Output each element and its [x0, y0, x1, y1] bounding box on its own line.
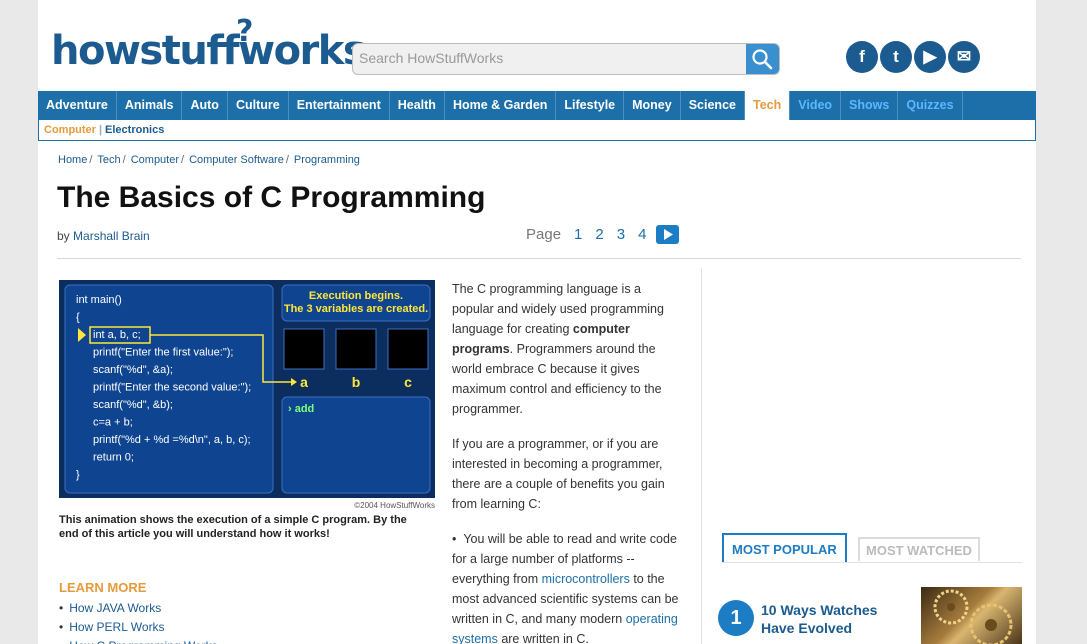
twitter-icon[interactable]: t — [880, 41, 912, 73]
byline: by Marshall Brain — [57, 229, 150, 243]
logo-question-mark: ? — [236, 14, 253, 49]
code-line: int main() — [76, 294, 122, 306]
nav-item-auto[interactable]: Auto — [182, 91, 228, 120]
code-line: { — [76, 312, 80, 324]
breadcrumb-separator: / — [122, 154, 126, 166]
breadcrumb-tech[interactable]: Tech — [97, 154, 120, 166]
learn-more-link[interactable]: How PERL Works — [59, 618, 218, 637]
image-caption: This animation shows the execution of a … — [59, 514, 407, 540]
pager-label: Page — [526, 226, 562, 243]
code-line: scanf("%d", &b); — [93, 399, 173, 411]
banner-line1: Execution begins. — [309, 290, 403, 302]
bullet-item: • You will be able to read and write cod… — [452, 532, 679, 644]
watch-thumbnail[interactable] — [921, 587, 1022, 644]
author-link[interactable]: Marshall Brain — [73, 229, 150, 243]
nav-item-adventure[interactable]: Adventure — [38, 91, 117, 120]
breadcrumb-separator: / — [89, 154, 93, 166]
nav-item-entertainment[interactable]: Entertainment — [289, 91, 390, 120]
facebook-icon[interactable]: f — [846, 41, 878, 73]
learn-more-list: How JAVA WorksHow PERL WorksHow C Progra… — [59, 599, 218, 644]
paragraph-1-text: The C programming language is a popular … — [452, 282, 664, 336]
search-input[interactable] — [353, 44, 749, 72]
c-program-animation[interactable]: int main() { int a, b, c; printf("Enter the… — [59, 280, 435, 510]
watch-gears-image — [933, 589, 1013, 644]
main-nav: Adventure Animals Auto Culture Entertainment… — [38, 91, 1036, 120]
nav-item-home-garden[interactable]: Home & Garden — [445, 91, 557, 120]
learn-more-link[interactable]: How JAVA Works — [59, 599, 218, 618]
popular-article-link[interactable]: 10 Ways Watches Have Evolved — [761, 601, 901, 637]
youtube-icon[interactable]: ▶ — [914, 41, 946, 73]
subnav-separator: | — [98, 124, 103, 136]
animation-graphic: int main() { int a, b, c; printf("Enter the… — [59, 280, 435, 498]
page-link-4[interactable]: 4 — [638, 226, 646, 243]
image-credit: ©2004 HowStuffWorks — [354, 501, 435, 510]
banner-line2: The 3 variables are created. — [284, 303, 428, 315]
console-text: › add — [288, 403, 314, 415]
breadcrumb-separator: / — [181, 154, 185, 166]
bullet-text-end: are written in C. — [497, 632, 589, 644]
logo-text: howstuffworks — [51, 28, 367, 74]
breadcrumb: Home / Tech / Computer / Computer Software / Pro… — [58, 154, 360, 166]
email-icon[interactable]: ✉ — [948, 41, 980, 73]
code-line: int a, b, c; — [93, 329, 141, 341]
rank-badge: 1 — [718, 600, 754, 636]
nav-item-animals[interactable]: Animals — [117, 91, 183, 120]
search-button[interactable] — [746, 44, 779, 74]
column-divider — [701, 268, 702, 644]
search-icon — [752, 49, 773, 70]
howstuffworks-logo[interactable]: howstuffworks? — [51, 14, 367, 74]
page-link-1[interactable]: 1 — [574, 226, 582, 243]
nav-item-video[interactable]: Video — [790, 91, 842, 120]
tab-most-watched[interactable]: MOST WATCHED — [858, 537, 980, 561]
tab-most-popular[interactable]: MOST POPULAR — [722, 533, 847, 563]
byline-prefix: by — [57, 229, 70, 243]
nav-item-tech[interactable]: Tech — [744, 91, 791, 120]
nav-item-science[interactable]: Science — [681, 91, 745, 120]
code-line: } — [76, 469, 80, 481]
nav-item-shows[interactable]: Shows — [841, 91, 899, 120]
breadcrumb-computer-software[interactable]: Computer Software — [189, 154, 284, 166]
page: howstuffworks? ft▶✉ AdventureAnimalsAuto… — [38, 0, 1036, 644]
breadcrumb-separator: / — [285, 154, 289, 166]
search-box — [352, 43, 780, 75]
nav-item-lifestyle[interactable]: Lifestyle — [556, 91, 625, 120]
code-line: c=a + b; — [93, 417, 133, 429]
subnav-electronics[interactable]: Electronics — [105, 124, 164, 136]
learn-more-heading: LEARN MORE — [59, 580, 147, 595]
divider — [57, 258, 1021, 259]
sub-nav: Computer | Electronics — [38, 120, 1036, 141]
nav-item-culture[interactable]: Culture — [228, 91, 289, 120]
nav-item-money[interactable]: Money — [624, 91, 681, 120]
var-b-label: b — [352, 374, 361, 390]
next-page-button[interactable] — [656, 225, 680, 244]
page-link-2[interactable]: 2 — [595, 226, 603, 243]
breadcrumb-home[interactable]: Home — [58, 154, 87, 166]
code-line: return 0; — [93, 452, 134, 464]
pagination: Page 1234 — [526, 225, 680, 244]
subnav-computer[interactable]: Computer — [44, 124, 96, 136]
tab-underline — [722, 562, 1022, 563]
play-arrow-icon — [663, 229, 673, 240]
var-a-label: a — [300, 374, 308, 390]
paragraph-1: The C programming language is a popular … — [452, 279, 682, 419]
page-link-3[interactable]: 3 — [617, 226, 625, 243]
code-line: scanf("%d", &a); — [93, 364, 173, 376]
learn-more-link[interactable]: How C Programming Works — [59, 637, 217, 644]
code-line: printf("Enter the second value:"); — [93, 382, 251, 394]
breadcrumb-programming[interactable]: Programming — [294, 154, 360, 166]
nav-item-health[interactable]: Health — [390, 91, 445, 120]
breadcrumb-computer[interactable]: Computer — [131, 154, 179, 166]
microcontrollers-link[interactable]: microcontrollers — [542, 572, 630, 586]
page-title: The Basics of C Programming — [57, 181, 486, 214]
paragraph-2: If you are a programmer, or if you are i… — [452, 437, 665, 511]
nav-item-quizzes[interactable]: Quizzes — [898, 91, 963, 120]
article-body: The C programming language is a popular … — [452, 279, 682, 644]
var-c-label: c — [404, 374, 412, 390]
code-line: printf("%d + %d =%d\n", a, b, c); — [93, 434, 251, 446]
code-line: printf("Enter the first value:"); — [93, 347, 233, 359]
